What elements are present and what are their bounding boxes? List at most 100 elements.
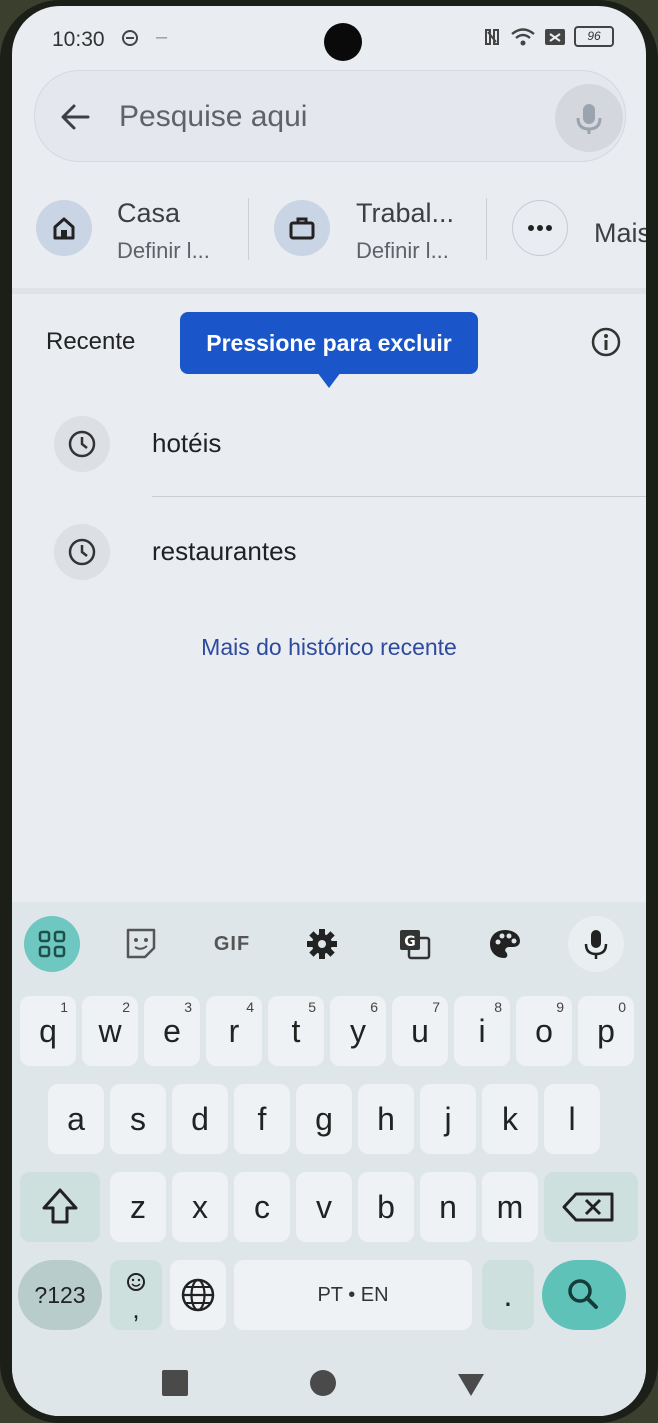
shortcut-home[interactable]: Casa Definir l... [32, 184, 242, 274]
status-separator: – [156, 26, 168, 48]
shortcut-more-title: Mais [594, 218, 646, 248]
info-icon[interactable] [590, 326, 622, 358]
briefcase-icon [289, 217, 315, 240]
back-arrow-icon[interactable] [58, 100, 92, 134]
key-hint: 3 [184, 999, 192, 1015]
history-icon-circle [54, 416, 110, 472]
work-icon-circle [274, 200, 330, 256]
key-hint: 6 [370, 999, 378, 1015]
theme-button[interactable] [477, 916, 533, 972]
key-g[interactable]: g [296, 1084, 352, 1154]
clock-icon [68, 430, 96, 458]
sticker-button[interactable] [113, 916, 169, 972]
history-icon-circle [54, 524, 110, 580]
space-key[interactable]: PT • EN [234, 1260, 472, 1330]
shortcut-work[interactable]: Trabal... Definir l... [270, 184, 480, 274]
numbers-symbols-key[interactable]: ?123 [18, 1260, 102, 1330]
more-horiz-icon [528, 225, 552, 231]
key-r[interactable]: r4 [206, 996, 262, 1066]
key-hint: 8 [494, 999, 502, 1015]
key-h[interactable]: h [358, 1084, 414, 1154]
emoji-comma-key[interactable]: , [110, 1260, 162, 1330]
shortcut-home-subtitle: Definir l... [117, 238, 210, 263]
key-s[interactable]: s [110, 1084, 166, 1154]
language-key[interactable] [170, 1260, 226, 1330]
palette-icon [490, 930, 520, 958]
search-input[interactable] [117, 94, 521, 140]
period-key[interactable]: . [482, 1260, 534, 1330]
keyboard-voice-button[interactable] [568, 916, 624, 972]
key-x[interactable]: x [172, 1172, 228, 1242]
key-label: y [350, 1013, 366, 1049]
shift-key[interactable] [20, 1172, 100, 1242]
tooltip-tail [317, 372, 341, 388]
key-label: u [411, 1013, 429, 1049]
system-navigation-bar [12, 1356, 646, 1416]
status-time: 10:30 [52, 28, 105, 51]
comma-label: , [132, 1294, 140, 1324]
key-n[interactable]: n [420, 1172, 476, 1242]
do-not-disturb-icon [122, 30, 138, 46]
back-button[interactable] [456, 1370, 486, 1398]
key-a[interactable]: a [48, 1084, 104, 1154]
globe-icon [181, 1278, 215, 1312]
shortcut-home-title: Casa [117, 198, 181, 228]
key-u[interactable]: u7 [392, 996, 448, 1066]
key-hint: 5 [308, 999, 316, 1015]
phone-screen: 10:30 – 96 Pesquise aqui Casa Definir l.… [12, 6, 646, 1416]
shortcut-more[interactable]: Mais [510, 184, 646, 274]
wifi-icon [511, 27, 535, 45]
key-j[interactable]: j [420, 1084, 476, 1154]
key-e[interactable]: e3 [144, 996, 200, 1066]
keyboard-settings-button[interactable] [294, 916, 350, 972]
gif-button[interactable]: GIF [204, 916, 260, 972]
key-p[interactable]: p0 [578, 996, 634, 1066]
search-enter-key[interactable] [542, 1260, 626, 1330]
key-label: e [163, 1013, 181, 1049]
key-v[interactable]: v [296, 1172, 352, 1242]
key-hint: 7 [432, 999, 440, 1015]
on-screen-keyboard: GIF G q 1 w 2 e 3 r 4 t 5 y 6 u 7 i 8 o … [12, 902, 646, 1416]
section-divider [12, 288, 646, 294]
nfc-icon [485, 28, 499, 45]
key-hint: 0 [618, 999, 626, 1015]
recent-apps-button[interactable] [162, 1370, 188, 1396]
key-label: i [478, 1013, 486, 1049]
key-z[interactable]: z [110, 1172, 166, 1242]
key-i[interactable]: i8 [454, 996, 510, 1066]
key-w[interactable]: w2 [82, 996, 138, 1066]
backspace-key[interactable] [544, 1172, 638, 1242]
microphone-icon [584, 930, 608, 959]
key-c[interactable]: c [234, 1172, 290, 1242]
keyboard-apps-button[interactable] [24, 916, 80, 972]
key-l[interactable]: l [544, 1084, 600, 1154]
recent-item[interactable]: restaurantes [12, 516, 646, 596]
key-b[interactable]: b [358, 1172, 414, 1242]
sim-icon [545, 28, 565, 45]
recent-item-label: hotéis [152, 428, 222, 458]
key-q[interactable]: q1 [20, 996, 76, 1066]
more-recent-history-link[interactable]: Mais do histórico recente [12, 634, 646, 661]
recent-item-divider [152, 496, 646, 497]
key-hint: 1 [60, 999, 68, 1015]
key-label: t [291, 1013, 301, 1049]
key-m[interactable]: m [482, 1172, 538, 1242]
shortcut-work-subtitle: Definir l... [356, 238, 449, 263]
home-button[interactable] [310, 1370, 336, 1396]
gear-icon [307, 929, 337, 959]
key-label: p [597, 1013, 615, 1049]
key-t[interactable]: t5 [268, 996, 324, 1066]
recent-item[interactable]: hotéis [12, 408, 646, 488]
translate-button[interactable]: G [386, 916, 442, 972]
shortcut-divider [248, 198, 249, 260]
battery-indicator: 96 [574, 26, 614, 47]
sticker-icon [126, 928, 156, 959]
front-camera [324, 23, 362, 61]
key-k[interactable]: k [482, 1084, 538, 1154]
key-o[interactable]: o9 [516, 996, 572, 1066]
key-f[interactable]: f [234, 1084, 290, 1154]
microphone-icon [576, 104, 602, 134]
key-d[interactable]: d [172, 1084, 228, 1154]
voice-search-button[interactable] [555, 84, 623, 152]
key-y[interactable]: y6 [330, 996, 386, 1066]
